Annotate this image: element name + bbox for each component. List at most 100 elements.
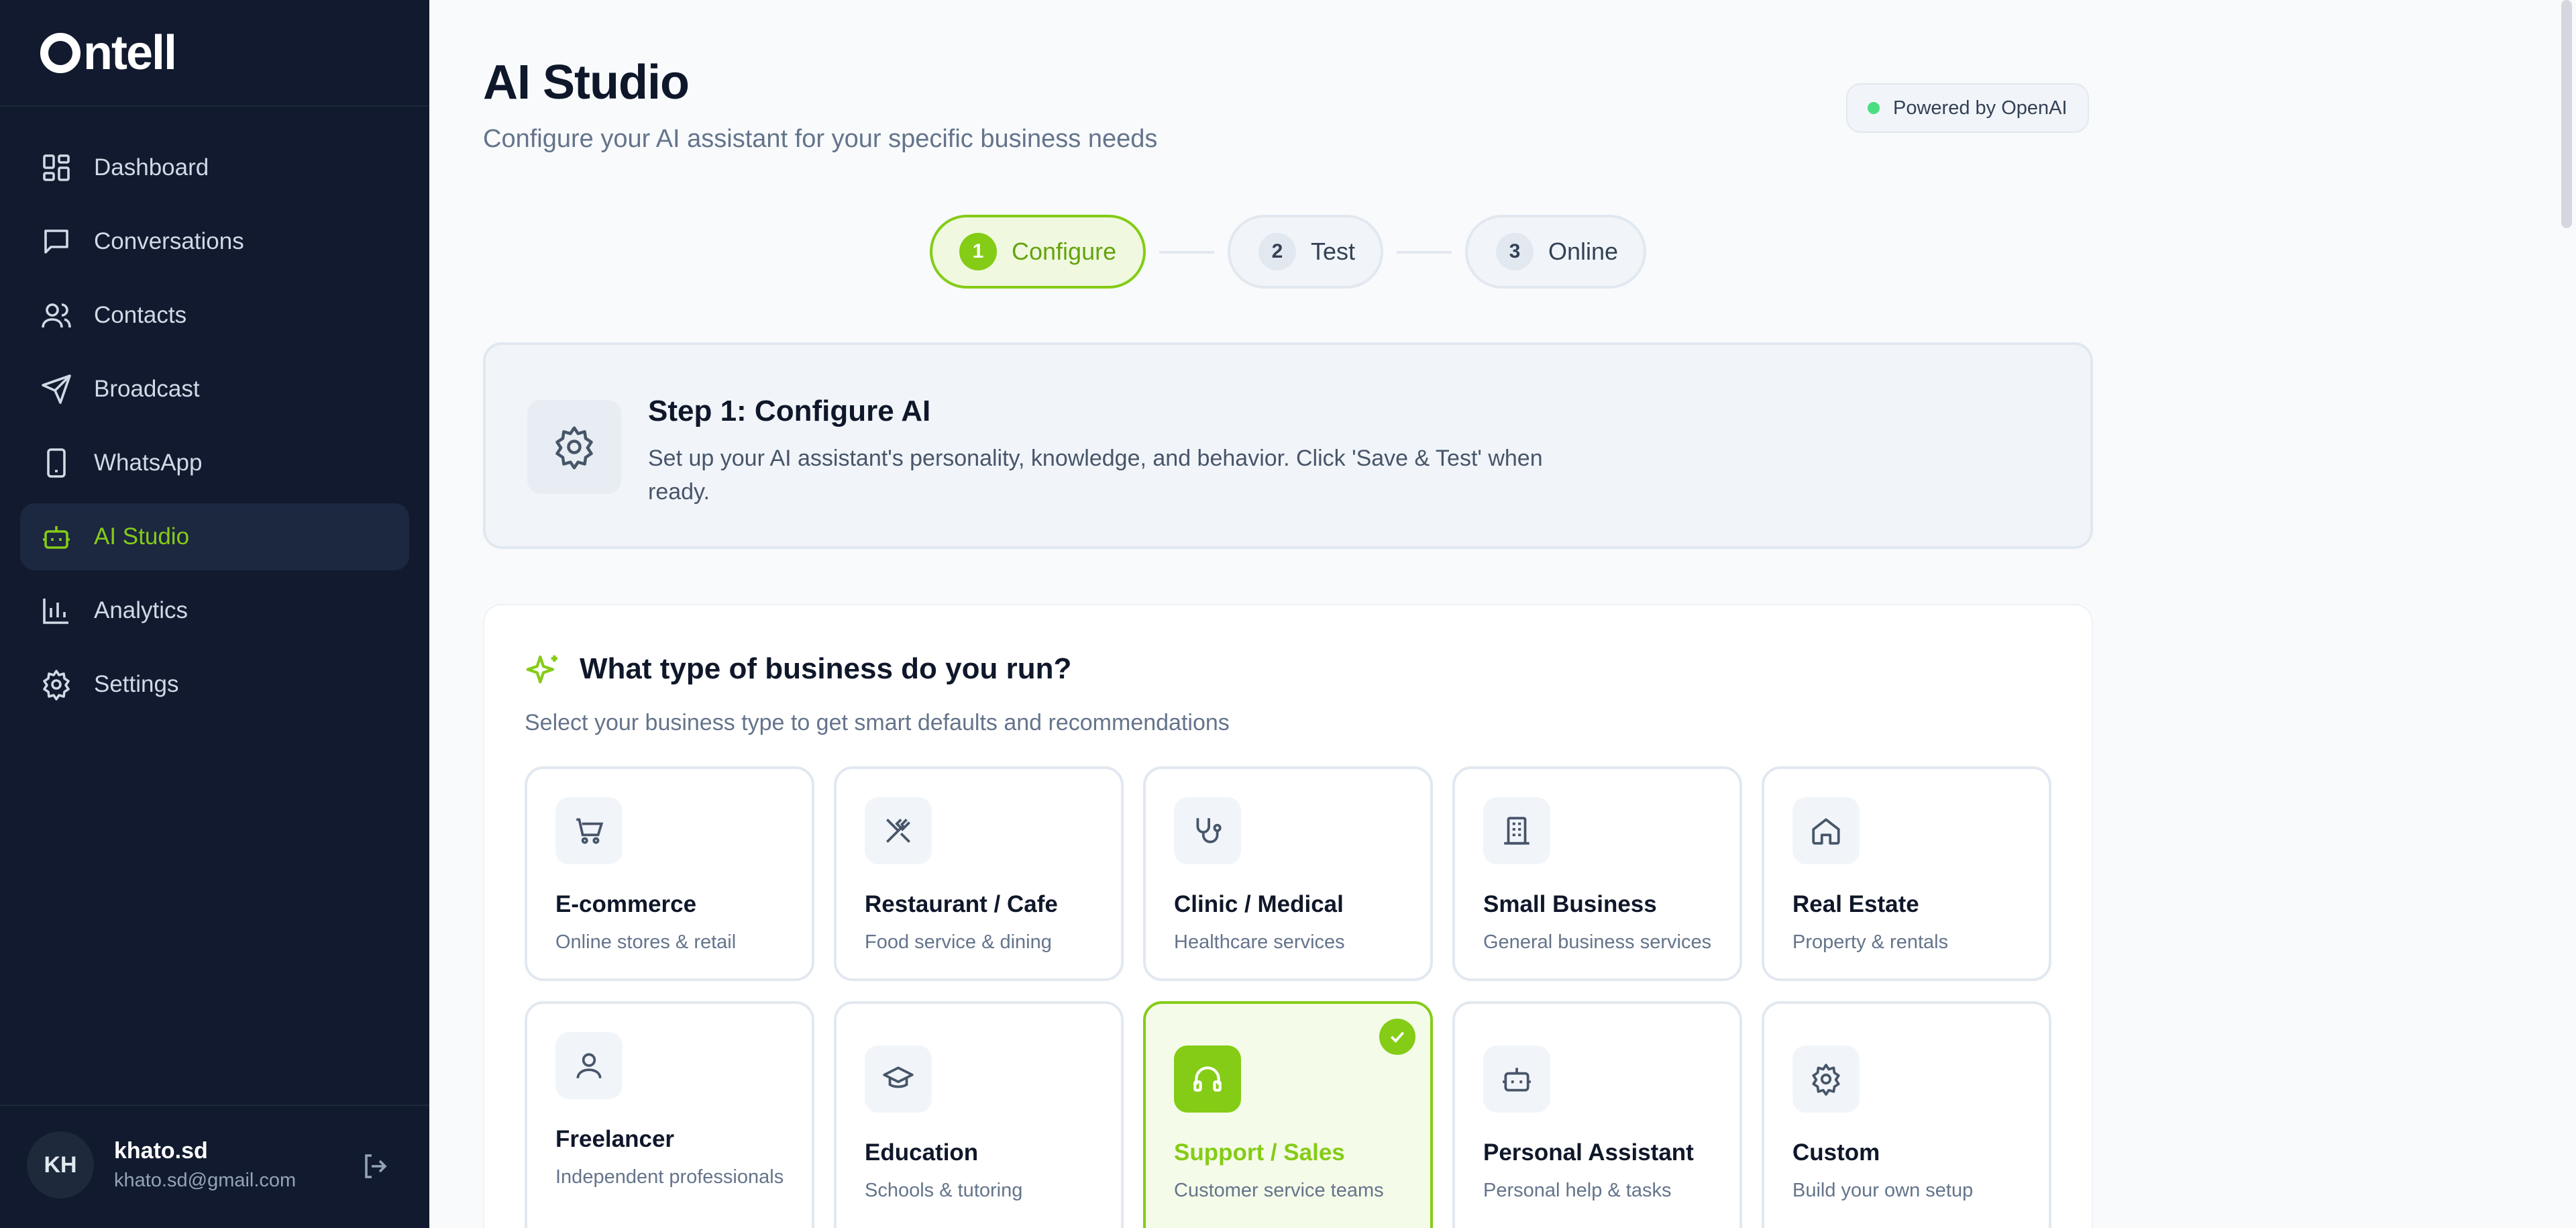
page-title: AI Studio bbox=[483, 56, 690, 109]
bot-icon bbox=[1503, 1068, 1531, 1092]
status-dot-icon bbox=[1868, 102, 1880, 114]
tile-icon-box bbox=[1483, 797, 1550, 864]
step-connector bbox=[1159, 251, 1214, 254]
business-tile-support-sales[interactable]: Support / Sales Customer service teams bbox=[1143, 1001, 1433, 1228]
sidebar-item-ai-studio[interactable]: AI Studio bbox=[20, 503, 409, 570]
banner-title: Step 1: Configure AI bbox=[648, 395, 931, 427]
sidebar-item-label: Dashboard bbox=[94, 154, 209, 181]
sidebar-item-label: Contacts bbox=[94, 302, 187, 328]
tile-description: Food service & dining bbox=[865, 931, 1052, 953]
business-type-title: What type of business do you run? bbox=[580, 652, 1072, 685]
sidebar-item-label: Analytics bbox=[94, 597, 189, 623]
step-info-banner: Step 1: Configure AI Set up your AI assi… bbox=[483, 342, 2093, 549]
chat-icon bbox=[44, 229, 68, 254]
tile-title: Real Estate bbox=[1792, 891, 1919, 917]
step-online[interactable]: 3 Online bbox=[1465, 215, 1646, 289]
home-icon bbox=[1812, 818, 1840, 845]
step-label: Test bbox=[1311, 238, 1356, 265]
user-email: khato.sd@gmail.com bbox=[114, 1170, 297, 1191]
tile-icon-box bbox=[555, 797, 623, 864]
banner-description: Set up your AI assistant's personality, … bbox=[648, 446, 1543, 505]
powered-label: Powered by OpenAI bbox=[1893, 97, 2068, 119]
user-name: khato.sd bbox=[114, 1138, 208, 1164]
business-tile-education[interactable]: Education Schools & tutoring bbox=[834, 1001, 1124, 1228]
tile-description: General business services bbox=[1483, 931, 1712, 953]
step-number: 1 bbox=[959, 233, 997, 270]
dashboard-icon bbox=[43, 154, 70, 181]
step-configure[interactable]: 1 Configure bbox=[930, 215, 1146, 289]
powered-badge: Powered by OpenAI bbox=[1846, 83, 2089, 133]
phone-icon bbox=[47, 448, 66, 478]
business-tile-real-estate[interactable]: Real Estate Property & rentals bbox=[1762, 766, 2051, 981]
business-type-card: What type of business do you run? Select… bbox=[483, 604, 2093, 1228]
tile-title: Clinic / Medical bbox=[1174, 891, 1344, 917]
tile-title: Education bbox=[865, 1139, 979, 1166]
sidebar-item-whatsapp[interactable]: WhatsApp bbox=[20, 429, 409, 497]
business-tile-ecommerce[interactable]: E-commerce Online stores & retail bbox=[525, 766, 814, 981]
tile-description: Customer service teams bbox=[1174, 1180, 1384, 1201]
logout-icon[interactable] bbox=[360, 1150, 392, 1182]
business-tile-restaurant[interactable]: Restaurant / Cafe Food service & dining bbox=[834, 766, 1124, 981]
step-test[interactable]: 2 Test bbox=[1228, 215, 1383, 289]
page-subtitle: Configure your AI assistant for your spe… bbox=[483, 125, 1158, 153]
building-icon bbox=[1504, 817, 1529, 845]
tile-description: Build your own setup bbox=[1792, 1180, 1974, 1201]
tile-title: Freelancer bbox=[555, 1126, 675, 1152]
gear-icon bbox=[43, 670, 70, 701]
sidebar-item-broadcast[interactable]: Broadcast bbox=[20, 356, 409, 423]
sidebar-item-analytics[interactable]: Analytics bbox=[20, 577, 409, 644]
sidebar-item-settings[interactable]: Settings bbox=[20, 651, 409, 718]
page-scrollbar[interactable] bbox=[2561, 0, 2572, 228]
business-tile-personal-assistant[interactable]: Personal Assistant Personal help & tasks bbox=[1452, 1001, 1742, 1228]
sidebar-item-conversations[interactable]: Conversations bbox=[20, 208, 409, 275]
stethoscope-icon bbox=[1196, 818, 1222, 843]
logo-mark bbox=[40, 33, 80, 73]
user-profile[interactable]: KH khato.sd khato.sd@gmail.com bbox=[27, 1131, 296, 1198]
user-icon bbox=[576, 1053, 602, 1078]
tile-icon-box bbox=[1792, 797, 1860, 864]
send-icon bbox=[42, 374, 71, 404]
tile-description: Online stores & retail bbox=[555, 931, 737, 953]
sidebar-item-label: AI Studio bbox=[94, 523, 190, 550]
main-content: AI Studio Configure your AI assistant fo… bbox=[429, 0, 2576, 1228]
sidebar-item-contacts[interactable]: Contacts bbox=[20, 282, 409, 349]
business-tile-freelancer[interactable]: Freelancer Independent professionals bbox=[525, 1001, 814, 1228]
sidebar-item-label: Broadcast bbox=[94, 376, 200, 402]
tile-title: Support / Sales bbox=[1174, 1139, 1345, 1166]
tile-title: Small Business bbox=[1483, 891, 1657, 917]
cart-icon bbox=[576, 818, 604, 844]
business-type-subtitle: Select your business type to get smart d… bbox=[525, 710, 1230, 735]
step-label: Online bbox=[1548, 238, 1619, 265]
tile-icon-box bbox=[1483, 1045, 1550, 1113]
avatar: KH bbox=[27, 1131, 94, 1198]
sidebar-item-label: WhatsApp bbox=[94, 450, 203, 476]
tile-description: Healthcare services bbox=[1174, 931, 1345, 953]
business-tile-small-business[interactable]: Small Business General business services bbox=[1452, 766, 1742, 981]
tile-description: Personal help & tasks bbox=[1483, 1180, 1672, 1201]
business-tile-custom[interactable]: Custom Build your own setup bbox=[1762, 1001, 2051, 1228]
tile-icon-box bbox=[1174, 797, 1241, 864]
step-number: 2 bbox=[1258, 233, 1296, 270]
tile-icon-box bbox=[865, 797, 932, 864]
tile-title: Personal Assistant bbox=[1483, 1139, 1694, 1166]
gear-icon bbox=[1812, 1064, 1840, 1096]
tile-title: Custom bbox=[1792, 1139, 1880, 1166]
headphones-icon bbox=[1193, 1066, 1222, 1092]
tile-icon-box bbox=[555, 1032, 623, 1099]
user-divider bbox=[0, 1105, 429, 1106]
tile-icon-box bbox=[1792, 1045, 1860, 1113]
tile-title: E-commerce bbox=[555, 891, 697, 917]
sidebar-item-label: Conversations bbox=[94, 228, 244, 254]
tile-icon-box bbox=[865, 1045, 932, 1113]
utensils-icon bbox=[886, 819, 910, 843]
app-logo[interactable]: ntell bbox=[40, 23, 177, 83]
check-icon bbox=[1379, 1019, 1415, 1055]
sidebar-divider bbox=[0, 105, 429, 107]
sidebar-item-dashboard[interactable]: Dashboard bbox=[20, 134, 409, 201]
chart-icon bbox=[43, 599, 68, 624]
tile-description: Independent professionals bbox=[555, 1166, 784, 1188]
bot-icon bbox=[43, 526, 70, 549]
tile-description: Schools & tutoring bbox=[865, 1180, 1023, 1201]
business-tile-clinic[interactable]: Clinic / Medical Healthcare services bbox=[1143, 766, 1433, 981]
step-connector bbox=[1397, 251, 1452, 254]
